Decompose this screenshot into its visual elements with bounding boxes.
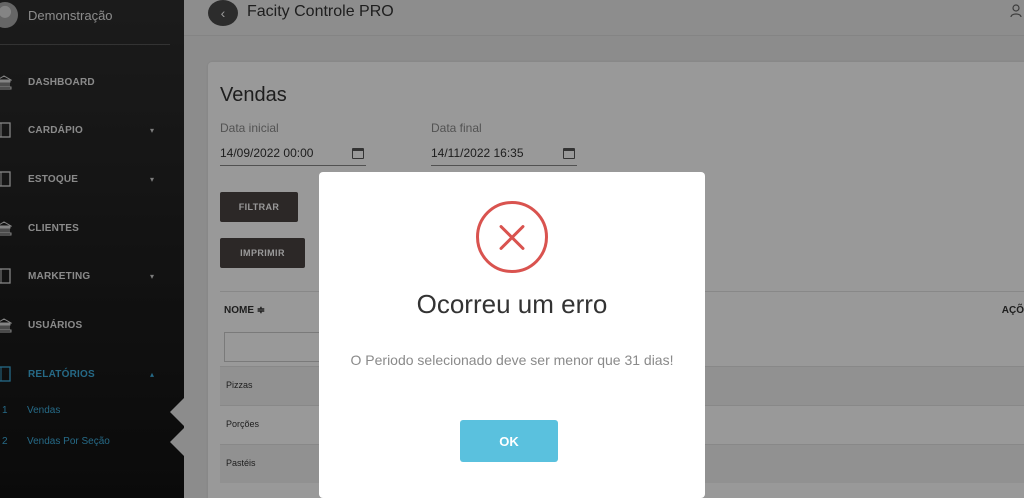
error-modal: Ocorreu um erro O Periodo selecionado de… [319,172,705,498]
ok-button[interactable]: OK [460,420,558,462]
modal-title: Ocorreu um erro [416,289,608,319]
error-x-icon [476,201,548,273]
modal-message: O Periodo selecionado deve ser menor que… [350,352,674,368]
